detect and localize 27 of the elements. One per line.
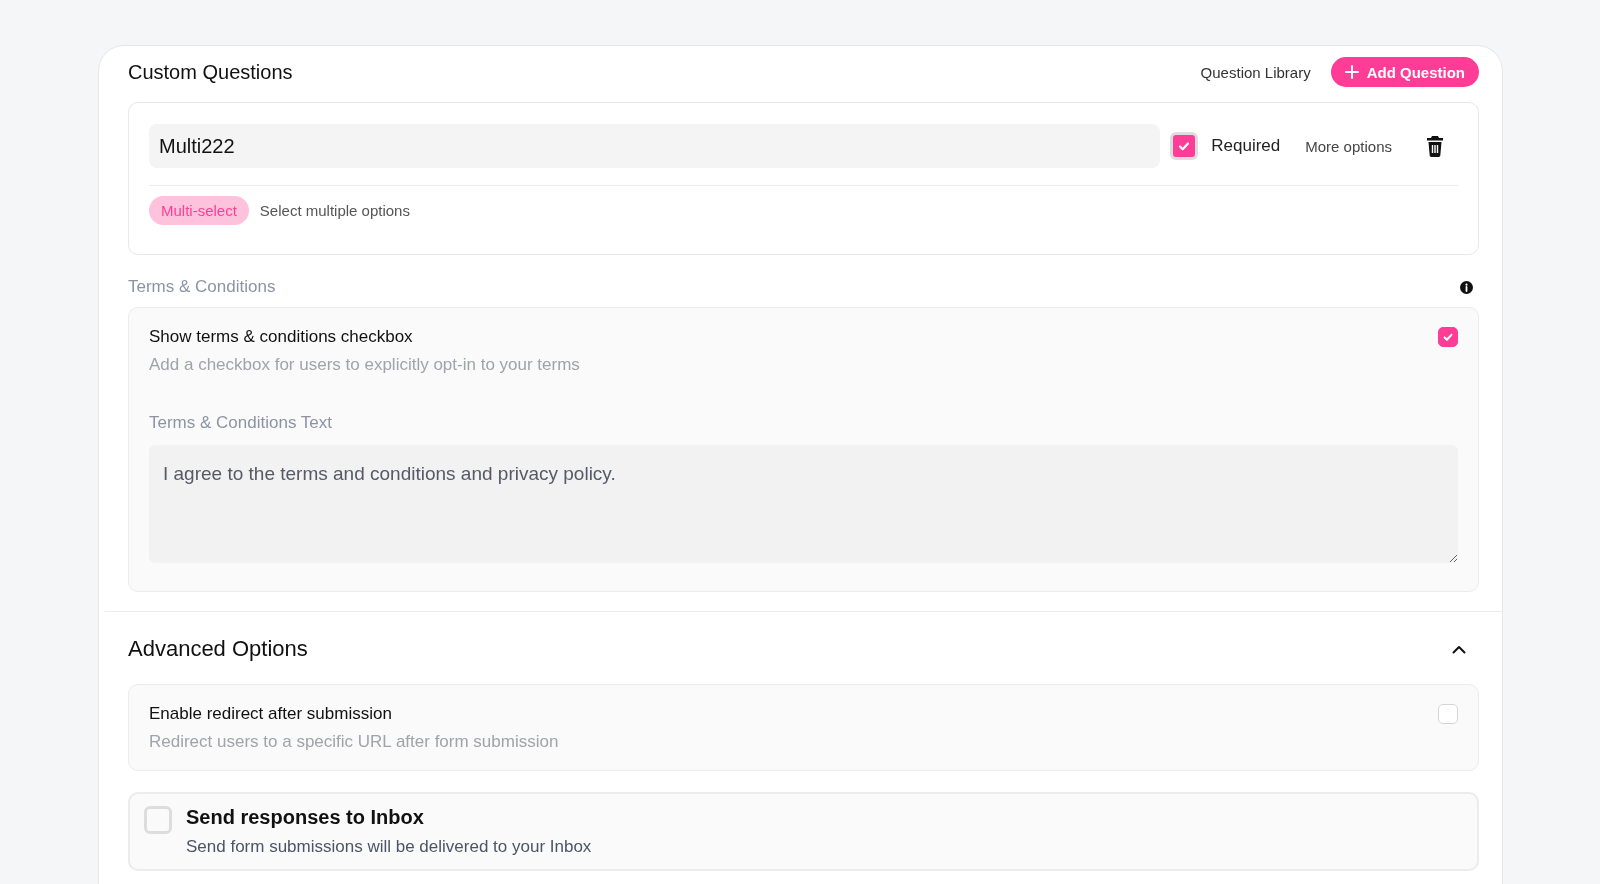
required-checkbox[interactable]	[1170, 132, 1199, 160]
section-title: Custom Questions	[128, 60, 293, 84]
check-icon	[1177, 139, 1192, 153]
terms-checkbox[interactable]	[1438, 327, 1458, 347]
option-description: Redirect users to a specific URL after form submission	[149, 732, 559, 752]
option-title: Show terms & conditions checkbox	[149, 327, 414, 347]
more-options-link[interactable]: More options	[1305, 137, 1392, 155]
terms-text-label: Terms & Conditions Text	[149, 413, 333, 433]
info-icon[interactable]	[1460, 280, 1473, 294]
option-checkbox[interactable]	[1438, 704, 1458, 724]
option-title: Send responses to Inbox	[186, 806, 425, 829]
type-description: Select multiple options	[259, 202, 410, 219]
option-description: Add a checkbox for users to explicitly opt-in to your terms	[149, 355, 580, 375]
terms-section-label: Terms & Conditions	[128, 277, 276, 297]
option-checkbox[interactable]	[144, 806, 172, 834]
caret-icon[interactable]	[1452, 644, 1466, 654]
advanced-options-title: Advanced Options	[128, 636, 308, 662]
type-tag: Multi-select	[149, 196, 249, 225]
question-name-field[interactable]: Multi222	[149, 124, 1161, 168]
required-label: Required	[1211, 136, 1281, 156]
terms-text-field[interactable]: I agree to the terms and conditions and privacy policy.	[149, 445, 1458, 563]
question-library-link[interactable]: Question Library	[1200, 63, 1311, 81]
option-description: Send form submissions will be delivered to your Inbox	[186, 837, 592, 857]
check-icon	[1442, 331, 1454, 343]
plus-icon	[1344, 65, 1359, 79]
delete-icon[interactable]	[1426, 135, 1444, 157]
option-title: Enable redirect after submission	[149, 704, 393, 724]
